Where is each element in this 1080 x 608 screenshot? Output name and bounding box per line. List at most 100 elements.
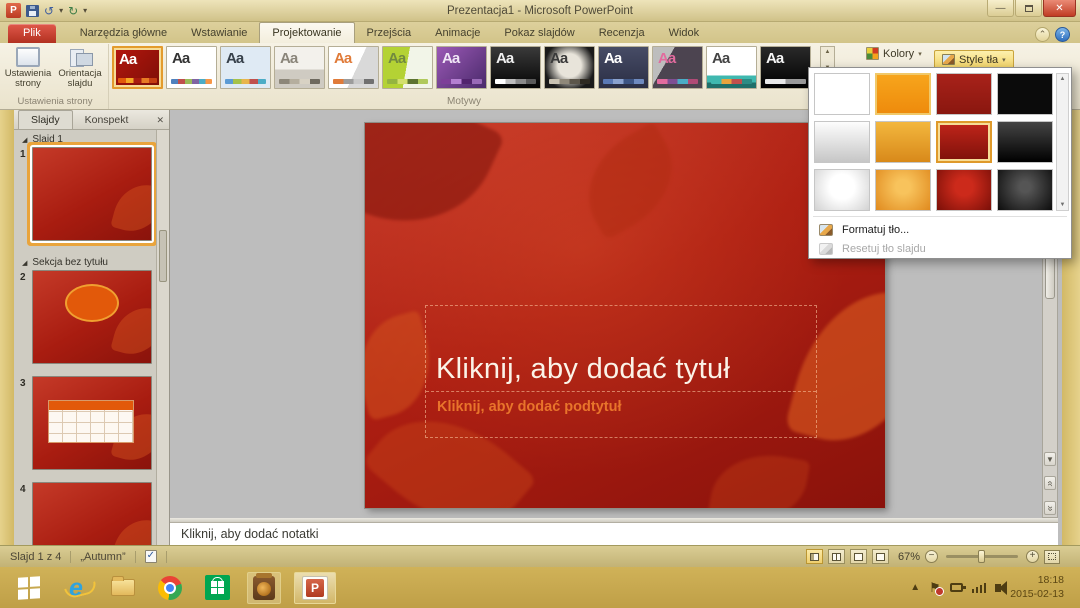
theme-thumb-autumn-selected[interactable]: Aa xyxy=(112,46,163,89)
bg-style-swatch-9[interactable] xyxy=(814,169,870,211)
taskbar-recorder[interactable] xyxy=(247,572,281,604)
theme-thumb[interactable]: Aa xyxy=(760,46,811,89)
tab-insert[interactable]: Wstawianie xyxy=(179,23,259,43)
previous-slide-icon[interactable]: « xyxy=(1044,476,1056,490)
slide-thumbnail-1[interactable]: 1 xyxy=(14,147,169,241)
taskbar-clock[interactable]: 18:18 2015-02-13 xyxy=(1010,574,1072,601)
undo-icon[interactable]: ↺ xyxy=(44,5,54,17)
notes-pane[interactable]: Kliknij, aby dodać notatki xyxy=(170,522,1058,545)
bg-style-swatch-5[interactable] xyxy=(814,121,870,163)
tab-home[interactable]: Narzędzia główne xyxy=(68,23,179,43)
tab-slides[interactable]: Slajdy xyxy=(18,110,73,129)
menu-scrollbar[interactable]: ▲▼ xyxy=(1056,73,1069,211)
minimize-button[interactable]: — xyxy=(987,0,1014,17)
subtitle-placeholder[interactable]: Kliknij, aby dodać podtytuł xyxy=(426,393,816,437)
slide-canvas[interactable]: Kliknij, aby dodać tytuł Kliknij, aby do… xyxy=(365,123,885,508)
bg-style-swatch-12[interactable] xyxy=(997,169,1053,211)
volume-icon[interactable] xyxy=(995,584,1001,592)
slide-orientation-button[interactable]: Orientacja slajdu xyxy=(54,47,106,90)
system-tray: ▲ ⚑ 18:18 2015-02-13 xyxy=(910,574,1080,601)
zoom-out-icon[interactable]: − xyxy=(925,550,938,563)
taskbar-store[interactable] xyxy=(200,572,234,604)
zoom-slider-thumb[interactable] xyxy=(978,550,985,563)
tab-animations[interactable]: Animacje xyxy=(423,23,492,43)
start-button[interactable] xyxy=(12,572,46,604)
tab-review[interactable]: Recenzja xyxy=(587,23,657,43)
leaf-shape xyxy=(365,123,505,254)
zoom-level[interactable]: 67% xyxy=(898,551,920,563)
background-styles-menu: ▲▼ Formatuj tło... Resetuj tło slajdu xyxy=(808,67,1072,259)
slides-panel-scrollbar[interactable] xyxy=(156,130,169,545)
taskbar-file-explorer[interactable] xyxy=(106,572,140,604)
tab-transitions[interactable]: Przejścia xyxy=(355,23,424,43)
page-setup-button[interactable]: Ustawienia strony xyxy=(2,47,54,90)
fit-to-window-button[interactable] xyxy=(1044,550,1060,564)
maximize-button[interactable] xyxy=(1015,0,1042,17)
next-slide-icon[interactable]: « xyxy=(1044,501,1056,515)
slide-thumbnail-3[interactable]: 3 xyxy=(14,376,169,470)
theme-thumb[interactable]: Aa xyxy=(274,46,325,89)
taskbar-internet-explorer[interactable]: e xyxy=(59,572,93,604)
action-center-flag-icon[interactable]: ⚑ xyxy=(929,580,941,596)
bg-style-swatch-7-selected[interactable] xyxy=(936,121,992,163)
theme-thumb[interactable]: Aa xyxy=(436,46,487,89)
reset-background-menu-item-disabled[interactable]: Resetuj tło slajdu xyxy=(812,239,1068,258)
close-button[interactable]: ✕ xyxy=(1043,0,1076,17)
windows-logo-icon xyxy=(18,576,40,600)
bg-style-swatch-3[interactable] xyxy=(936,73,992,115)
leaf-shape xyxy=(567,123,694,241)
zoom-slider[interactable] xyxy=(946,555,1018,558)
background-styles-icon xyxy=(942,54,955,65)
theme-thumb[interactable]: Aa xyxy=(652,46,703,89)
tab-view[interactable]: Widok xyxy=(657,23,712,43)
clock-date: 2015-02-13 xyxy=(1010,588,1064,602)
taskbar-chrome[interactable] xyxy=(153,572,187,604)
theme-colors-button[interactable]: Kolory ▾ xyxy=(866,47,922,60)
spellcheck-icon[interactable] xyxy=(145,550,157,563)
collapse-ribbon-icon[interactable]: ⌃ xyxy=(1035,27,1050,42)
theme-thumb[interactable]: Aa xyxy=(220,46,271,89)
tab-file[interactable]: Plik xyxy=(8,24,56,43)
theme-thumb[interactable]: Aa xyxy=(328,46,379,89)
theme-thumb[interactable]: Aa xyxy=(490,46,541,89)
close-panel-icon[interactable]: ✕ xyxy=(156,115,164,126)
taskbar-powerpoint-active[interactable]: P xyxy=(294,572,336,604)
network-icon[interactable] xyxy=(972,583,987,593)
reading-view-button[interactable] xyxy=(850,549,867,564)
theme-thumb[interactable]: Aa xyxy=(544,46,595,89)
qat-customize-icon[interactable]: ▾ xyxy=(83,6,87,15)
tab-design[interactable]: Projektowanie xyxy=(259,22,354,43)
zoom-in-icon[interactable]: + xyxy=(1026,550,1039,563)
power-icon[interactable] xyxy=(950,583,963,592)
save-icon[interactable] xyxy=(26,5,39,17)
ie-icon: e xyxy=(69,577,83,599)
bg-style-swatch-10[interactable] xyxy=(875,169,931,211)
undo-dropdown-icon[interactable]: ▾ xyxy=(59,6,63,15)
theme-thumb[interactable]: Aa xyxy=(166,46,217,89)
bg-style-swatch-2-hover[interactable] xyxy=(875,73,931,115)
powerpoint-app-icon[interactable]: P xyxy=(6,3,21,18)
theme-thumb[interactable]: Aa xyxy=(598,46,649,89)
bg-style-swatch-1[interactable] xyxy=(814,73,870,115)
theme-thumb[interactable]: Aa xyxy=(706,46,757,89)
slide-thumbnail-4[interactable]: 4 xyxy=(14,482,169,545)
slideshow-view-button[interactable] xyxy=(872,549,889,564)
format-background-menu-item[interactable]: Formatuj tło... xyxy=(812,220,1068,239)
bg-style-swatch-8[interactable] xyxy=(997,121,1053,163)
section-header[interactable]: ◢ Sekcja bez tytułu xyxy=(14,253,169,270)
bg-style-swatch-4[interactable] xyxy=(997,73,1053,115)
tray-expand-icon[interactable]: ▲ xyxy=(910,582,920,593)
bg-style-swatch-6[interactable] xyxy=(875,121,931,163)
theme-thumb[interactable]: Aa xyxy=(382,46,433,89)
slide-thumbnail-2[interactable]: 2 xyxy=(14,270,169,364)
redo-icon[interactable]: ↻ xyxy=(68,5,78,17)
tab-outline[interactable]: Konspekt xyxy=(73,111,141,129)
section-header[interactable]: ◢ Slajd 1 xyxy=(14,130,169,147)
help-icon[interactable]: ? xyxy=(1055,27,1070,42)
normal-view-button[interactable] xyxy=(806,549,823,564)
title-placeholder[interactable]: Kliknij, aby dodać tytuł xyxy=(426,306,816,392)
slide-sorter-view-button[interactable] xyxy=(828,549,845,564)
bg-style-swatch-11[interactable] xyxy=(936,169,992,211)
tab-slideshow[interactable]: Pokaz slajdów xyxy=(492,23,586,43)
scroll-down-icon[interactable]: ▼ xyxy=(1044,452,1056,466)
